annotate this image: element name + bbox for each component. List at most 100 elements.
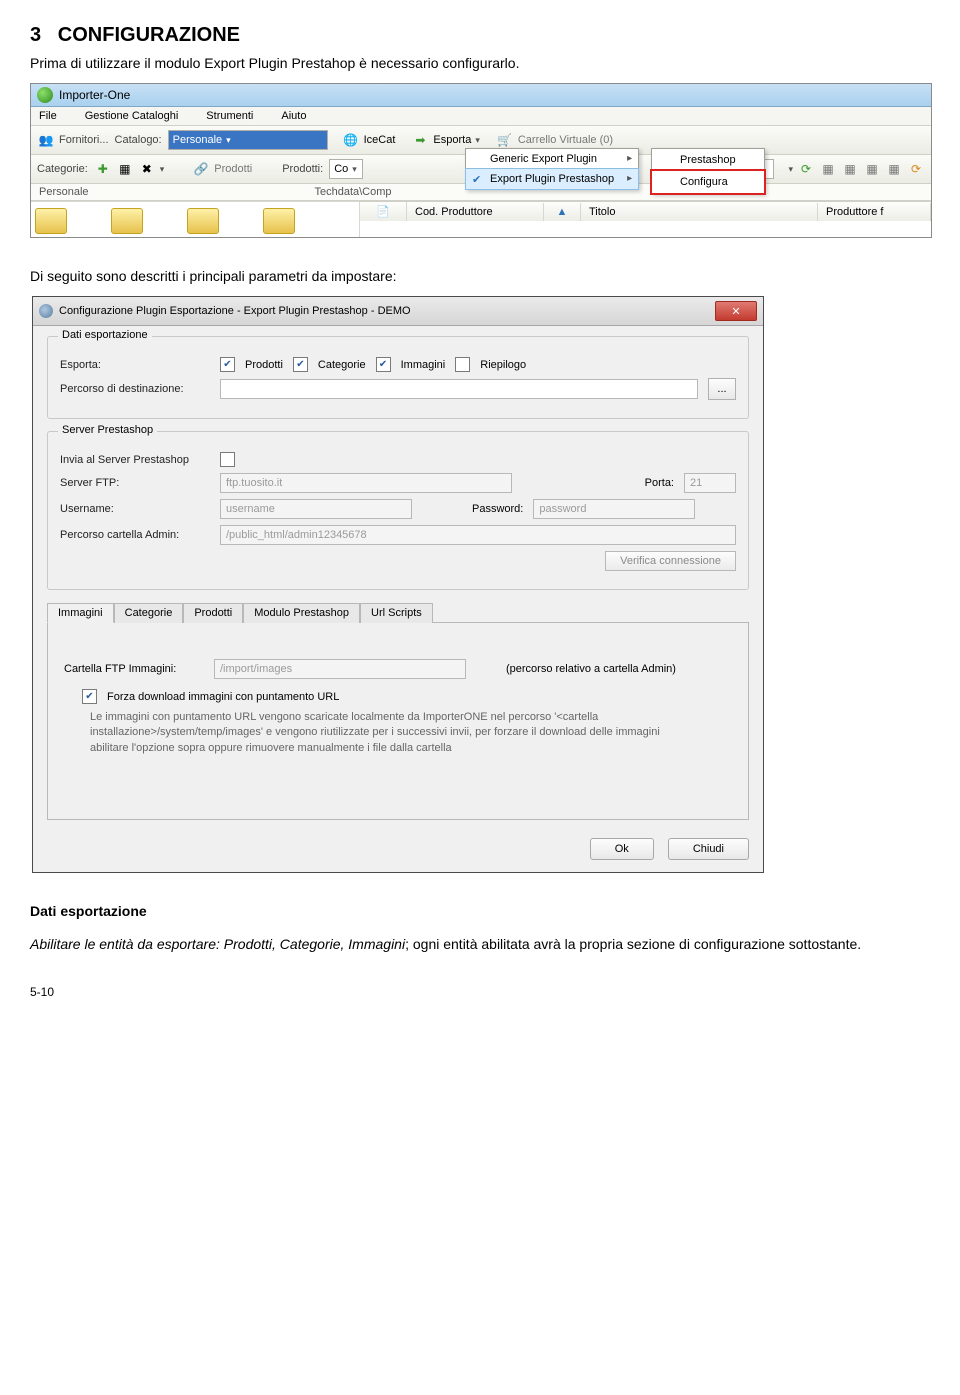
- dialog-titlebar: Configurazione Plugin Esportazione - Exp…: [33, 297, 763, 326]
- folder-icon[interactable]: [111, 208, 143, 234]
- menubar[interactable]: File Gestione Cataloghi Strumenti Aiuto: [31, 107, 931, 126]
- group-server-prestashop: Server Prestashop Invia al Server Presta…: [47, 431, 749, 590]
- refresh-green-icon[interactable]: ⟳: [797, 160, 815, 178]
- dialog-title: Configurazione Plugin Esportazione - Exp…: [59, 305, 411, 317]
- categorie-label: Categorie:: [37, 163, 88, 175]
- tab-modulo-prestashop[interactable]: Modulo Prestashop: [243, 603, 360, 623]
- people-icon: 👥: [37, 131, 55, 149]
- menu-strumenti[interactable]: Strumenti: [206, 110, 253, 122]
- delete-icon[interactable]: ✖: [138, 160, 156, 178]
- group-dati-esportazione: Dati esportazione Esporta: ✔ Prodotti ✔ …: [47, 336, 749, 419]
- crumb-techdata[interactable]: Techdata\Comp: [314, 186, 391, 198]
- icecat-button[interactable]: IceCat: [364, 134, 396, 146]
- link-icon[interactable]: 🔗: [192, 160, 210, 178]
- folder-icon[interactable]: [35, 208, 67, 234]
- box2-icon[interactable]: ▦: [841, 160, 859, 178]
- export-arrow-icon: ➡: [411, 131, 429, 149]
- esporta-label: Esporta:: [60, 359, 210, 371]
- popup-generic-export[interactable]: Generic Export Plugin: [466, 149, 638, 169]
- submenu-prestashop[interactable]: Prestashop: [652, 149, 764, 171]
- porta-field[interactable]: 21: [684, 473, 736, 493]
- prodotti-button[interactable]: Prodotti: [214, 163, 252, 175]
- pass-field[interactable]: password: [533, 499, 695, 519]
- menu-aiuto[interactable]: Aiuto: [281, 110, 306, 122]
- admin-label: Percorso cartella Admin:: [60, 529, 210, 541]
- cartella-note: (percorso relativo a cartella Admin): [506, 663, 676, 675]
- col-cod-produttore[interactable]: Cod. Produttore: [407, 203, 544, 221]
- chk-riepilogo[interactable]: [455, 357, 470, 372]
- tab-url-scripts[interactable]: Url Scripts: [360, 603, 433, 623]
- tab-categorie[interactable]: Categorie: [114, 603, 184, 623]
- folder-icon[interactable]: [263, 208, 295, 234]
- user-field[interactable]: username: [220, 499, 412, 519]
- catalogo-combo[interactable]: Personale: [168, 130, 328, 150]
- chk-send-server[interactable]: [220, 452, 235, 467]
- esporta-button[interactable]: Esporta: [433, 134, 471, 146]
- dati-esportazione-paragraph: Abilitare le entità da esportare: Prodot…: [30, 933, 930, 955]
- close-button[interactable]: ✕: [715, 301, 757, 321]
- folder-icon[interactable]: [187, 208, 219, 234]
- tab-prodotti[interactable]: Prodotti: [183, 603, 243, 623]
- gear-icon: [39, 304, 53, 318]
- tab-immagini[interactable]: Immagini: [47, 603, 114, 623]
- fornitori-button[interactable]: Fornitori...: [59, 134, 109, 146]
- chk-categorie-label: Categorie: [318, 359, 366, 371]
- app-title: Importer-One: [59, 88, 130, 102]
- forza-label: Forza download immagini con puntamento U…: [107, 691, 339, 703]
- dest-field[interactable]: [220, 379, 698, 399]
- chk-categorie[interactable]: ✔: [293, 357, 308, 372]
- chk-riepilogo-label: Riepilogo: [480, 359, 526, 371]
- section-heading: 3 CONFIGURAZIONE: [30, 24, 930, 47]
- chk-immagini-label: Immagini: [401, 359, 446, 371]
- chk-prodotti[interactable]: ✔: [220, 357, 235, 372]
- cartella-field[interactable]: /import/images: [214, 659, 466, 679]
- cartella-label: Cartella FTP Immagini:: [64, 663, 204, 675]
- config-tabs[interactable]: Immagini Categorie Prodotti Modulo Prest…: [47, 602, 749, 623]
- window-titlebar: Importer-One: [31, 84, 931, 107]
- forza-description: Le immagini con puntamento URL vengono s…: [90, 710, 670, 756]
- app-orb-icon: [37, 87, 53, 103]
- co-combo[interactable]: Co: [329, 159, 363, 179]
- box1-icon[interactable]: ▦: [819, 160, 837, 178]
- box4-icon[interactable]: ▦: [885, 160, 903, 178]
- category-box-icon[interactable]: ▦: [116, 160, 134, 178]
- param-intro: Di seguito sono descritti i principali p…: [30, 268, 930, 284]
- chk-forza-download[interactable]: ✔: [82, 689, 97, 704]
- submenu-configura[interactable]: Configura: [650, 169, 766, 195]
- menu-gestione[interactable]: Gestione Cataloghi: [85, 110, 179, 122]
- verify-connection-button[interactable]: Verifica connessione: [605, 551, 736, 571]
- sort-up-icon[interactable]: ▲: [544, 203, 581, 221]
- icecat-icon: 🌐: [342, 131, 360, 149]
- intro-paragraph: Prima di utilizzare il modulo Export Plu…: [30, 55, 930, 71]
- cart-icon: 🛒: [496, 131, 514, 149]
- admin-field[interactable]: /public_html/admin12345678: [220, 525, 736, 545]
- legend-server: Server Prestashop: [58, 424, 157, 436]
- popup-export-prestashop[interactable]: Export Plugin Prestashop: [465, 168, 639, 190]
- col-produttore[interactable]: Produttore f: [818, 203, 931, 221]
- box3-icon[interactable]: ▦: [863, 160, 881, 178]
- refresh-orange-icon[interactable]: ⟳: [907, 160, 925, 178]
- col-titolo[interactable]: Titolo: [581, 203, 818, 221]
- carrello-button[interactable]: Carrello Virtuale (0): [518, 134, 613, 146]
- browse-button[interactable]: ...: [708, 378, 736, 400]
- porta-label: Porta:: [645, 477, 674, 489]
- dest-label: Percorso di destinazione:: [60, 383, 210, 395]
- ftp-field[interactable]: ftp.tuosito.it: [220, 473, 512, 493]
- crumb-personale[interactable]: Personale: [39, 186, 89, 198]
- add-category-icon[interactable]: ✚: [94, 160, 112, 178]
- menu-file[interactable]: File: [39, 110, 57, 122]
- ok-button[interactable]: Ok: [590, 838, 654, 860]
- chk-immagini[interactable]: ✔: [376, 357, 391, 372]
- config-dialog-screenshot: Configurazione Plugin Esportazione - Exp…: [32, 296, 764, 873]
- esporta-popup[interactable]: Generic Export Plugin Export Plugin Pres…: [465, 148, 639, 190]
- legend-dati: Dati esportazione: [58, 329, 152, 341]
- dati-esportazione-heading: Dati esportazione: [30, 903, 930, 919]
- ftp-label: Server FTP:: [60, 477, 210, 489]
- send-server-label: Invia al Server Prestashop: [60, 454, 210, 466]
- user-label: Username:: [60, 503, 210, 515]
- prestashop-submenu[interactable]: Prestashop Configura: [651, 148, 765, 194]
- prodotti-label: Prodotti:: [282, 163, 323, 175]
- page-number: 5-10: [30, 985, 930, 999]
- tab-pane-immagini: Cartella FTP Immagini: /import/images (p…: [47, 623, 749, 820]
- close-dialog-button[interactable]: Chiudi: [668, 838, 749, 860]
